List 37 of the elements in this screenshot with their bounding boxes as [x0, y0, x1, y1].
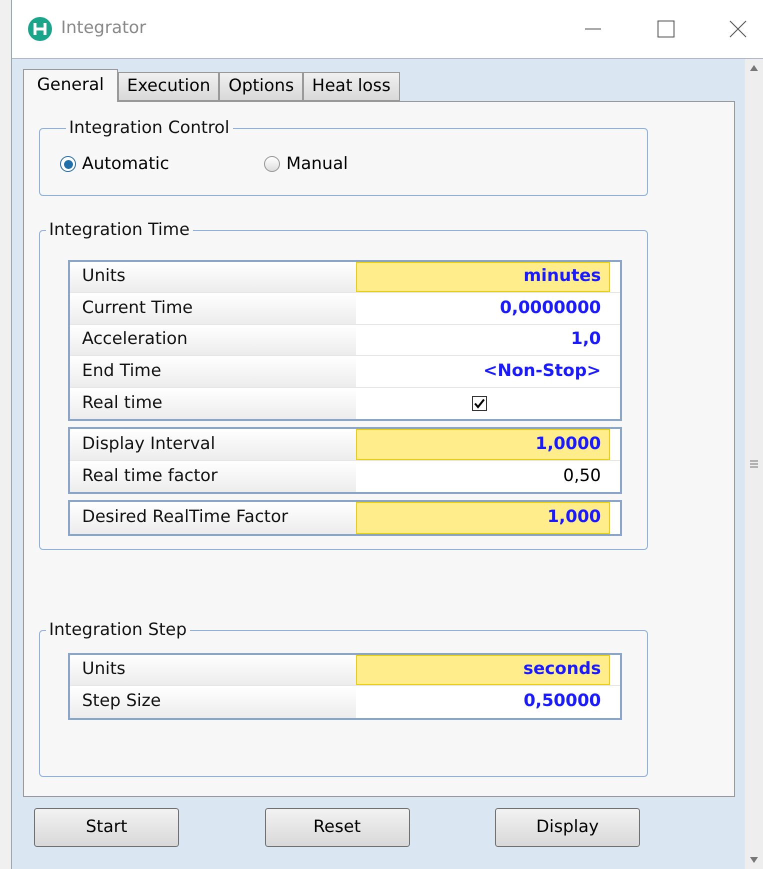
grid-value-cell[interactable]: 1,0000	[356, 429, 610, 460]
tab[interactable]: Execution	[118, 72, 220, 101]
grid-label: Real time	[70, 388, 356, 419]
grid-value: 1,000	[547, 506, 601, 529]
close-icon[interactable]	[729, 20, 747, 38]
tab[interactable]: Heat loss	[303, 72, 400, 101]
tab[interactable]: Options	[219, 72, 304, 101]
radio-option[interactable]: Automatic	[60, 152, 170, 177]
grid-value-cell[interactable]: minutes	[356, 262, 610, 292]
grid-value: 0,50	[563, 464, 601, 488]
checkmark-icon	[474, 398, 484, 409]
tab[interactable]: General	[23, 69, 118, 102]
grid-value: 1,0	[570, 328, 601, 351]
grid-value: 0,0000000	[500, 296, 601, 320]
action-button[interactable]: Display	[495, 808, 640, 847]
grid-value: minutes	[523, 265, 601, 288]
window-title: Integrator	[61, 17, 146, 40]
radio-option[interactable]: Manual	[264, 152, 348, 177]
grid-label: Real time factor	[70, 460, 356, 492]
scroll-down-icon[interactable]	[750, 857, 758, 863]
group-title: Integration Control	[68, 117, 231, 140]
action-button[interactable]: Reset	[264, 808, 410, 847]
app-logo-icon	[27, 16, 53, 42]
grid-value-cell[interactable]: seconds	[356, 654, 610, 685]
group-title: Integration Step	[48, 619, 188, 642]
scrollbar[interactable]	[745, 59, 763, 869]
grid-value: seconds	[523, 658, 601, 681]
checkbox[interactable]	[472, 396, 486, 411]
grid-value: <Non-Stop>	[483, 360, 601, 382]
scroll-up-icon[interactable]	[750, 65, 758, 71]
grid-value: 1,0000	[535, 432, 601, 456]
grid-value: 0,50000	[524, 690, 601, 713]
group-title: Integration Time	[48, 219, 191, 242]
grid-value-cell[interactable]: 1,000	[356, 502, 610, 534]
grip-icon	[750, 460, 758, 468]
maximize-icon[interactable]	[657, 20, 675, 38]
action-button[interactable]: Start	[34, 808, 179, 847]
